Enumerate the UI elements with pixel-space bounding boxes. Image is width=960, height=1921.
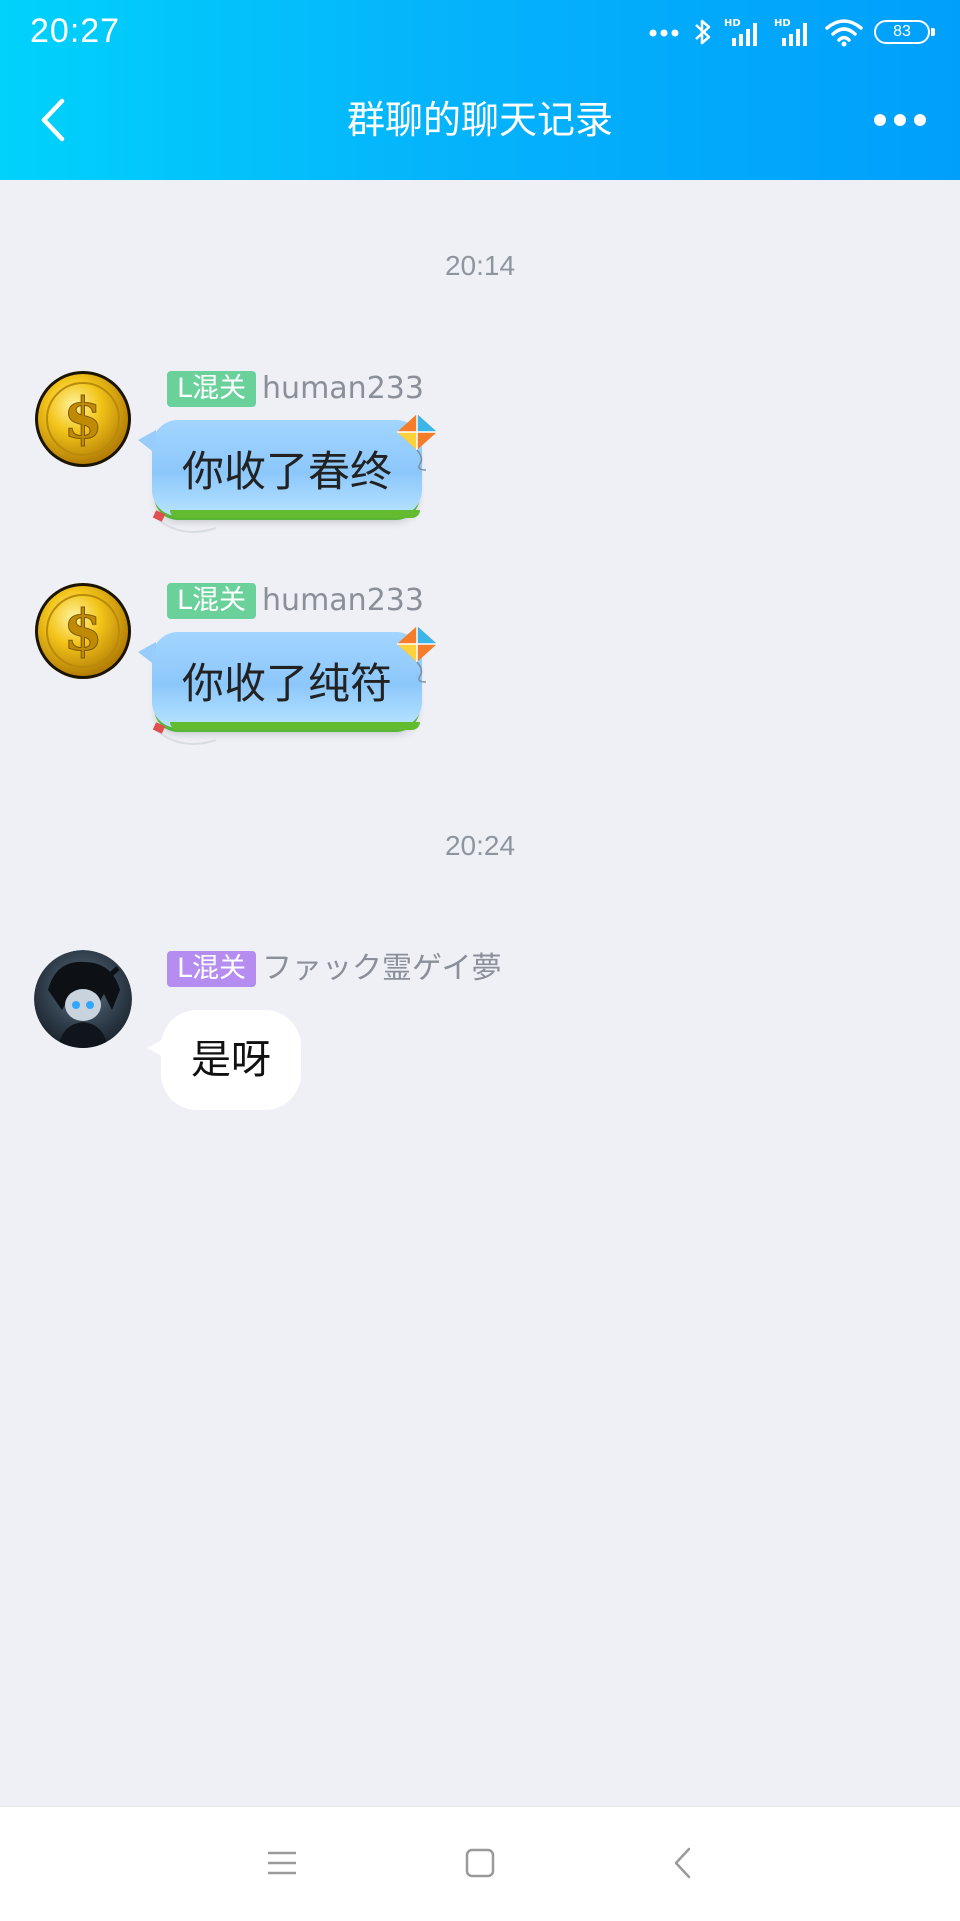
home-square-icon bbox=[465, 1848, 495, 1878]
svg-text:$: $ bbox=[64, 386, 103, 452]
sender-name[interactable]: ファック霊ゲイ夢 bbox=[262, 950, 501, 988]
back-button[interactable] bbox=[30, 92, 74, 148]
svg-text:HD: HD bbox=[724, 18, 741, 29]
sender-name[interactable]: human233 bbox=[262, 370, 424, 408]
bluetooth-icon bbox=[692, 17, 714, 47]
message-bubble[interactable]: 你收了春终 bbox=[138, 420, 422, 518]
kite-icon bbox=[397, 626, 437, 683]
gold-dollar-coin-avatar[interactable]: $ bbox=[34, 370, 132, 468]
gold-dollar-coin-avatar[interactable]: $ bbox=[34, 582, 132, 680]
header-bar: 20:27 HD HD 83 群聊的聊天记录 bbox=[0, 0, 960, 180]
back-chevron-icon bbox=[674, 1847, 691, 1879]
message-bubble[interactable]: 是呀 bbox=[147, 1010, 301, 1110]
status-time: 20:27 bbox=[30, 12, 121, 50]
sender-line: L混关 human233 bbox=[167, 582, 424, 620]
home-button[interactable] bbox=[450, 1833, 510, 1893]
more-horizontal-icon bbox=[874, 114, 926, 126]
chat-message: L混关 ファック霊ゲイ夢 是呀 bbox=[0, 950, 960, 1120]
menu-icon bbox=[268, 1851, 296, 1875]
message-text: 是呀 bbox=[191, 1037, 271, 1083]
more-dots-icon bbox=[648, 26, 682, 38]
member-title-badge: L混关 bbox=[167, 583, 257, 619]
sender-name[interactable]: human233 bbox=[262, 582, 424, 620]
system-nav-bar bbox=[0, 1806, 960, 1921]
svg-text:HD: HD bbox=[774, 18, 791, 29]
sender-line: L混关 human233 bbox=[167, 370, 424, 408]
kite-icon bbox=[397, 414, 437, 471]
chat-message: $ L混关 human233 你收了春终 bbox=[0, 370, 960, 540]
sender-line: L混关 ファック霊ゲイ夢 bbox=[167, 950, 501, 988]
svg-text:$: $ bbox=[64, 598, 103, 664]
battery-icon: 83 bbox=[874, 20, 935, 44]
member-title-badge: L混关 bbox=[167, 951, 257, 987]
page-title: 群聊的聊天记录 bbox=[346, 98, 613, 142]
menu-button[interactable] bbox=[252, 1833, 312, 1893]
chevron-left-icon bbox=[41, 98, 65, 142]
time-separator: 20:14 bbox=[444, 250, 516, 281]
anime-character-avatar[interactable] bbox=[34, 950, 132, 1048]
status-icons: HD HD 83 bbox=[648, 10, 935, 54]
message-bubble[interactable]: 你收了纯符 bbox=[138, 632, 422, 730]
system-back-button[interactable] bbox=[652, 1833, 712, 1893]
time-separator: 20:24 bbox=[444, 830, 516, 861]
chat-message: $ L混关 human233 你收了纯符 bbox=[0, 582, 960, 752]
more-button[interactable] bbox=[870, 100, 930, 140]
member-title-badge: L混关 bbox=[167, 371, 257, 407]
wifi-icon bbox=[824, 17, 864, 47]
kite-string-icon bbox=[152, 722, 217, 745]
kite-string-icon bbox=[152, 510, 217, 533]
hd-signal-icon: HD bbox=[724, 16, 764, 48]
hd-signal-icon: HD bbox=[774, 16, 814, 48]
message-text: 你收了春终 bbox=[181, 446, 392, 496]
message-text: 你收了纯符 bbox=[181, 658, 392, 708]
